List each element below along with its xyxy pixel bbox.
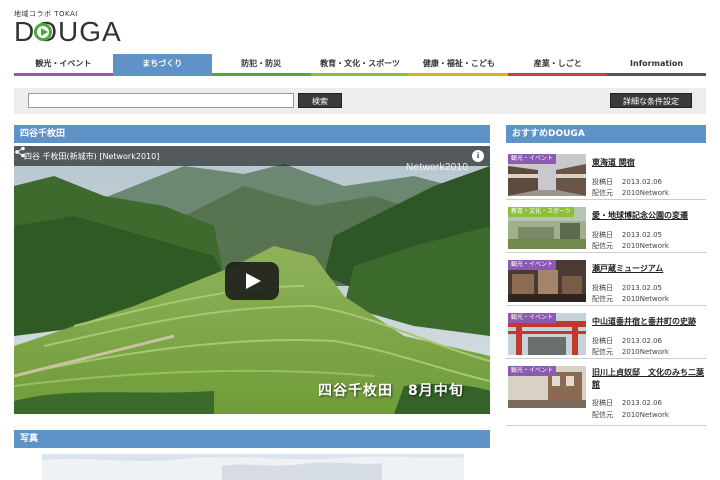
source-value: 2010Network [621, 348, 669, 356]
photo-sky-image [42, 456, 464, 480]
source: 配信元 2010Network [592, 347, 669, 357]
source: 配信元 2010Network [592, 410, 669, 420]
search-button[interactable]: 検索 [298, 93, 342, 108]
thumbnail-image[interactable]: 教育・文化・スポーツ [508, 207, 586, 249]
source-label: 配信元 [592, 242, 613, 250]
source-label: 配信元 [592, 348, 613, 356]
recommended-heading: おすすめDOUGA [506, 125, 706, 143]
video-watermark: Network2010 [406, 162, 469, 173]
recommended-item[interactable]: 観光・イベント 東海道 関宿 投稿日 2013.02.06 配信元 2010Ne… [506, 148, 706, 200]
logo-title: DOUGA [14, 16, 122, 47]
category-badge: 観光・イベント [508, 260, 557, 270]
post-date: 投稿日 2013.02.05 [592, 283, 662, 293]
thumbnail-image[interactable]: 観光・イベント [508, 366, 586, 408]
post-date: 投稿日 2013.02.06 [592, 398, 662, 408]
video-title[interactable]: 四谷 千枚田(新城市) [Network2010] [24, 151, 159, 162]
source-value: 2010Network [621, 411, 669, 419]
date-value: 2013.02.05 [621, 284, 662, 292]
category-badge: 観光・イベント [508, 366, 557, 376]
category-badge: 観光・イベント [508, 154, 557, 164]
page-title: 四谷千枚田 [14, 125, 490, 143]
nav-tab-safety[interactable]: 防犯・防災 [211, 54, 311, 76]
thumbnail-image[interactable]: 観光・イベント [508, 313, 586, 355]
post-date: 投稿日 2013.02.05 [592, 230, 662, 240]
item-title[interactable]: 愛・地球博記念公園の変遷 [592, 210, 706, 222]
date-label: 投稿日 [592, 399, 613, 407]
date-label: 投稿日 [592, 284, 613, 292]
item-title[interactable]: 旧川上貞奴邸 文化のみち二葉館 [592, 367, 706, 391]
date-value: 2013.02.06 [621, 399, 662, 407]
category-nav: 観光・イベント まちづくり 防犯・防災 教育・文化・スポーツ 健康・福祉・こども… [14, 54, 707, 76]
thumbnail-image[interactable]: 観光・イベント [508, 154, 586, 196]
nav-tab-information[interactable]: Information [607, 54, 707, 76]
search-bar: 検索 詳細な条件設定 [14, 88, 706, 114]
date-label: 投稿日 [592, 178, 613, 186]
date-value: 2013.02.06 [621, 337, 662, 345]
site-logo[interactable]: 地域コラボ TOKAI DOUGA [14, 9, 144, 49]
nav-tab-town-planning[interactable]: まちづくり [112, 54, 212, 76]
date-label: 投稿日 [592, 337, 613, 345]
item-title[interactable]: 東海道 関宿 [592, 157, 706, 169]
source: 配信元 2010Network [592, 188, 669, 198]
source-label: 配信元 [592, 411, 613, 419]
recommended-item[interactable]: 教育・文化・スポーツ 愛・地球博記念公園の変遷 投稿日 2013.02.05 配… [506, 201, 706, 253]
video-caption: 四谷千枚田 8月中旬 [318, 383, 464, 399]
recommended-item[interactable]: 観光・イベント 旧川上貞奴邸 文化のみち二葉館 投稿日 2013.02.06 配… [506, 360, 706, 426]
source-label: 配信元 [592, 189, 613, 197]
play-button[interactable] [225, 262, 279, 300]
share-icon[interactable] [14, 146, 26, 158]
nav-tab-health[interactable]: 健康・福祉・こども [409, 54, 509, 76]
post-date: 投稿日 2013.02.06 [592, 177, 662, 187]
category-badge: 観光・イベント [508, 313, 557, 323]
search-input[interactable] [28, 93, 294, 108]
source-value: 2010Network [621, 189, 669, 197]
video-player[interactable]: 四谷 千枚田(新城市) [Network2010] i Network2010 … [14, 146, 490, 414]
recommended-item[interactable]: 観光・イベント 瀬戸蔵ミュージアム 投稿日 2013.02.05 配信元 201… [506, 254, 706, 306]
date-value: 2013.02.05 [621, 231, 662, 239]
source-label: 配信元 [592, 295, 613, 303]
photo-section-heading: 写真 [14, 430, 490, 448]
info-icon[interactable]: i [472, 150, 484, 162]
category-badge: 教育・文化・スポーツ [508, 207, 574, 217]
source-value: 2010Network [621, 295, 669, 303]
thumbnail-image[interactable]: 観光・イベント [508, 260, 586, 302]
advanced-search-button[interactable]: 詳細な条件設定 [610, 93, 692, 108]
nav-tab-industry[interactable]: 産業・しごと [508, 54, 608, 76]
date-label: 投稿日 [592, 231, 613, 239]
date-value: 2013.02.06 [621, 178, 662, 186]
source-value: 2010Network [621, 242, 669, 250]
source: 配信元 2010Network [592, 294, 669, 304]
nav-tab-education[interactable]: 教育・文化・スポーツ [310, 54, 410, 76]
item-title[interactable]: 中山道垂井宿と垂井町の史跡 [592, 316, 706, 328]
nav-tab-tourism[interactable]: 観光・イベント [14, 54, 113, 76]
post-date: 投稿日 2013.02.06 [592, 336, 662, 346]
play-logo-icon [34, 23, 52, 41]
photo-image[interactable] [42, 454, 464, 480]
item-title[interactable]: 瀬戸蔵ミュージアム [592, 263, 706, 275]
recommended-item[interactable]: 観光・イベント 中山道垂井宿と垂井町の史跡 投稿日 2013.02.06 配信元… [506, 307, 706, 359]
source: 配信元 2010Network [592, 241, 669, 251]
